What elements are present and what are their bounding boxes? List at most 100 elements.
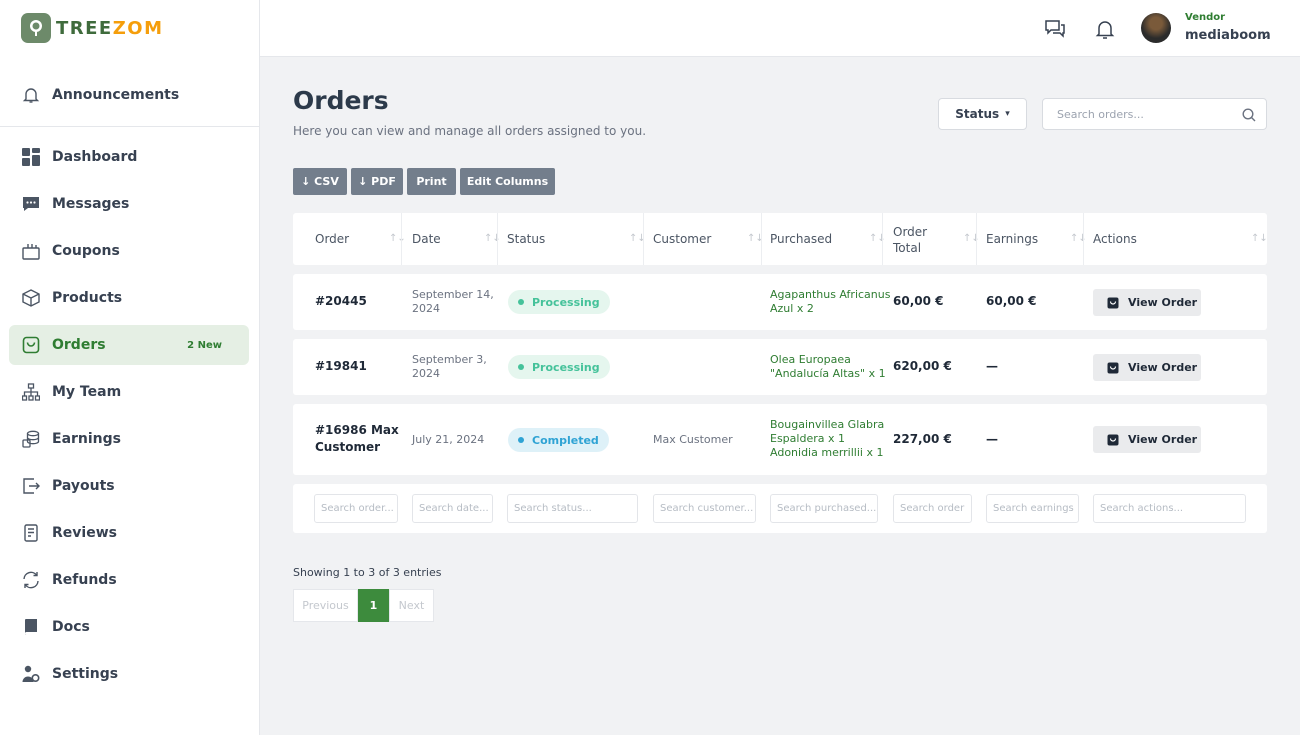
purchased-items[interactable]: Bougainvillea Glabra Espaldera x 1 Adonidi…: [770, 418, 884, 460]
pagination-page-1[interactable]: 1: [358, 589, 389, 622]
sort-icon[interactable]: ↑↓: [963, 233, 980, 244]
chevron-down-icon[interactable]: ⌄: [1261, 28, 1270, 41]
sidebar-item-label: Payouts: [52, 478, 115, 494]
sidebar-item-orders[interactable]: Orders 2 New: [9, 325, 249, 365]
docs-icon: [21, 617, 41, 637]
column-header-earnings[interactable]: Earnings: [986, 232, 1038, 246]
status-filter-label: Status: [955, 107, 1000, 121]
filter-total-input[interactable]: [893, 494, 972, 523]
search-input[interactable]: [1043, 99, 1233, 129]
filter-status-input[interactable]: [507, 494, 638, 523]
column-header-status[interactable]: Status: [507, 232, 545, 246]
sidebar-item-payouts[interactable]: Payouts: [9, 466, 249, 506]
print-button[interactable]: Print: [407, 168, 456, 195]
sidebar-item-label: Reviews: [52, 525, 117, 541]
orders-icon: [1107, 434, 1119, 445]
avatar[interactable]: [1141, 13, 1171, 43]
sidebar-item-label: Messages: [52, 196, 130, 212]
table-row[interactable]: #20445 September 14, 2024 Processing Agap…: [293, 274, 1267, 330]
order-number[interactable]: #16986 Max Customer: [315, 422, 399, 456]
filter-earnings-input[interactable]: [986, 494, 1079, 523]
column-divider: [497, 213, 498, 265]
column-header-order[interactable]: Order: [315, 232, 349, 246]
view-order-button[interactable]: View Order: [1093, 426, 1201, 453]
view-order-button[interactable]: View Order: [1093, 354, 1201, 381]
customer-name: Max Customer: [653, 433, 733, 446]
order-total: 60,00 €: [893, 294, 944, 308]
sidebar-item-products[interactable]: Products: [9, 278, 249, 318]
sidebar-item-dashboard[interactable]: Dashboard: [9, 137, 249, 177]
coupons-icon: [21, 241, 41, 261]
dashboard-icon: [21, 147, 41, 167]
team-icon: [21, 382, 41, 402]
pagination-previous-button[interactable]: Previous: [293, 589, 358, 622]
order-total: 227,00 €: [893, 432, 952, 446]
column-header-customer[interactable]: Customer: [653, 232, 711, 246]
orders-icon: [21, 335, 41, 355]
status-filter-dropdown[interactable]: Status ▾: [938, 98, 1027, 130]
sort-icon[interactable]: ↑↓: [484, 233, 501, 244]
new-orders-badge: 2 New: [187, 339, 222, 351]
purchased-items[interactable]: Olea Europaea "Andalucía Altas" x 1: [770, 353, 886, 381]
order-earnings: —: [986, 359, 998, 373]
filter-purchased-input[interactable]: [770, 494, 878, 523]
brand-name: TREEZOM: [56, 17, 164, 39]
table-row[interactable]: #16986 Max Customer July 21, 2024 Complet…: [293, 404, 1267, 475]
sidebar-item-announcements[interactable]: Announcements: [9, 75, 249, 115]
chevron-down-icon: ▾: [1005, 109, 1010, 119]
status-badge: Processing: [508, 355, 610, 379]
chat-icon[interactable]: [1044, 18, 1066, 40]
sidebar-item-label: Refunds: [52, 572, 117, 588]
settings-icon: [21, 664, 41, 684]
search-icon[interactable]: [1242, 107, 1256, 126]
pagination-next-button[interactable]: Next: [389, 589, 434, 622]
view-order-button[interactable]: View Order: [1093, 289, 1201, 316]
sort-icon[interactable]: ↑↓: [1070, 233, 1087, 244]
sidebar-item-label: Settings: [52, 666, 119, 682]
column-divider: [1083, 213, 1084, 265]
column-divider: [761, 213, 762, 265]
user-menu[interactable]: mediaboom: [1185, 28, 1271, 43]
order-total: 620,00 €: [893, 359, 952, 373]
user-role: Vendor: [1185, 12, 1226, 23]
refunds-icon: [21, 570, 41, 590]
filter-date-input[interactable]: [412, 494, 493, 523]
order-number[interactable]: #19841: [315, 358, 367, 375]
filter-order-input[interactable]: [314, 494, 398, 523]
column-header-date[interactable]: Date: [412, 232, 441, 246]
orders-icon: [1107, 297, 1119, 308]
sidebar-divider: [0, 126, 259, 127]
sidebar-item-label: My Team: [52, 384, 122, 400]
sidebar-item-earnings[interactable]: Earnings: [9, 419, 249, 459]
sidebar-item-label: Dashboard: [52, 149, 138, 165]
sort-icon[interactable]: ↑↓: [1251, 233, 1268, 244]
column-header-purchased[interactable]: Purchased: [770, 232, 832, 246]
payouts-icon: [21, 476, 41, 496]
sidebar-item-refunds[interactable]: Refunds: [9, 560, 249, 600]
order-number[interactable]: #20445: [315, 293, 367, 310]
sidebar-item-settings[interactable]: Settings: [9, 654, 249, 694]
table-row[interactable]: #19841 September 3, 2024 Processing Olea …: [293, 339, 1267, 395]
export-csv-button[interactable]: ↓ CSV: [293, 168, 347, 195]
sidebar-item-coupons[interactable]: Coupons: [9, 231, 249, 271]
column-divider: [643, 213, 644, 265]
reviews-icon: [21, 523, 41, 543]
sort-icon[interactable]: ↑↓: [389, 233, 406, 244]
notification-bell-icon[interactable]: [1094, 18, 1116, 40]
filter-actions-input[interactable]: [1093, 494, 1246, 523]
column-header-actions[interactable]: Actions: [1093, 232, 1137, 246]
brand-logo[interactable]: TREEZOM: [21, 13, 164, 43]
sidebar-item-messages[interactable]: Messages: [9, 184, 249, 224]
export-pdf-button[interactable]: ↓ PDF: [351, 168, 403, 195]
tree-logo-icon: [21, 13, 51, 43]
sidebar-item-my-team[interactable]: My Team: [9, 372, 249, 412]
column-header-order-total[interactable]: Order Total: [893, 224, 927, 256]
filter-customer-input[interactable]: [653, 494, 756, 523]
edit-columns-button[interactable]: Edit Columns: [460, 168, 555, 195]
sidebar-item-reviews[interactable]: Reviews: [9, 513, 249, 553]
sidebar-item-docs[interactable]: Docs: [9, 607, 249, 647]
sort-icon[interactable]: ↑↓: [869, 233, 886, 244]
purchased-items[interactable]: Agapanthus Africanus Azul x 2: [770, 288, 890, 316]
sidebar-item-label: Earnings: [52, 431, 122, 447]
messages-icon: [21, 194, 41, 214]
